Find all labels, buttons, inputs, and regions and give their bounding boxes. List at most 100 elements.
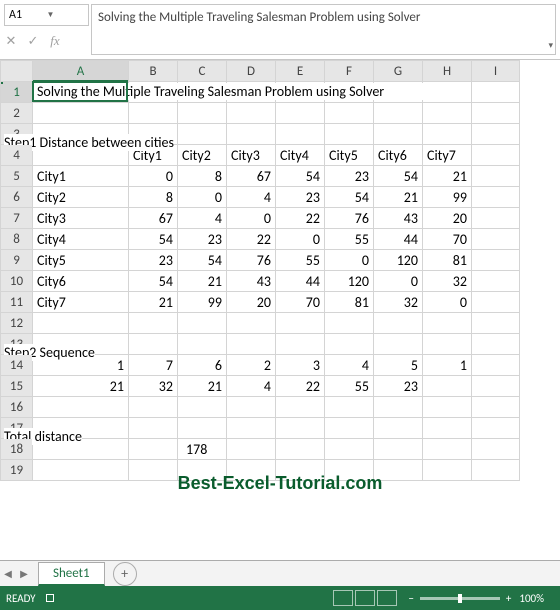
cell[interactable]: City2 (178, 145, 227, 166)
cell[interactable] (423, 124, 472, 145)
cell[interactable]: 76 (227, 250, 276, 271)
cell[interactable]: 44 (276, 271, 325, 292)
col-header-B[interactable]: B (129, 61, 178, 82)
cell[interactable]: 120 (325, 271, 374, 292)
view-page-break-icon[interactable] (377, 590, 397, 606)
row-header[interactable]: 16 (1, 397, 33, 418)
cell[interactable] (472, 229, 520, 250)
cell[interactable]: City6 (33, 271, 129, 292)
col-header-C[interactable]: C (178, 61, 227, 82)
cell[interactable] (276, 397, 325, 418)
cell[interactable]: City5 (33, 250, 129, 271)
cell[interactable]: City4 (276, 145, 325, 166)
cell[interactable]: City3 (33, 208, 129, 229)
col-header-F[interactable]: F (325, 61, 374, 82)
cell[interactable] (33, 103, 129, 124)
cell[interactable] (472, 250, 520, 271)
cell[interactable] (472, 208, 520, 229)
chevron-down-icon[interactable]: ▼ (47, 10, 85, 20)
enter-formula-icon[interactable]: ✓ (24, 32, 42, 50)
cell[interactable] (227, 334, 276, 355)
cell[interactable] (129, 460, 178, 481)
cell[interactable]: 1 (33, 355, 129, 376)
col-header-A[interactable]: A (33, 61, 129, 82)
cell[interactable]: 23 (129, 250, 178, 271)
row-header[interactable]: 3 (1, 124, 33, 145)
cell[interactable]: Step2 Sequence (33, 334, 129, 355)
formula-bar[interactable]: Solving the Multiple Traveling Salesman … (91, 4, 556, 55)
cell[interactable] (423, 313, 472, 334)
cell[interactable] (227, 313, 276, 334)
cell[interactable]: 54 (129, 271, 178, 292)
cell[interactable] (276, 124, 325, 145)
cell[interactable] (33, 418, 129, 439)
cell[interactable]: 21 (129, 292, 178, 313)
view-normal-icon[interactable] (333, 590, 353, 606)
cell[interactable] (423, 334, 472, 355)
cell[interactable] (472, 418, 520, 439)
col-header-D[interactable]: D (227, 61, 276, 82)
row-header[interactable]: 7 (1, 208, 33, 229)
cell[interactable] (178, 313, 227, 334)
tab-nav-prev-icon[interactable]: ◀ (0, 567, 16, 580)
cell[interactable]: 178 (178, 439, 227, 460)
cell[interactable]: 22 (227, 229, 276, 250)
spreadsheet-grid[interactable]: A B C D E F G H I 1 2 3 Step1 Distance b… (0, 60, 560, 550)
cell[interactable]: City2 (33, 187, 129, 208)
cell[interactable]: 32 (129, 376, 178, 397)
name-box[interactable]: A1 ▼ (4, 4, 89, 26)
cell[interactable]: 4 (178, 208, 227, 229)
row-header[interactable]: 11 (1, 292, 33, 313)
cell[interactable]: 23 (276, 187, 325, 208)
cell[interactable]: 8 (129, 187, 178, 208)
row-header[interactable]: 9 (1, 250, 33, 271)
cell[interactable] (178, 82, 227, 103)
cell[interactable]: City7 (423, 145, 472, 166)
cell[interactable]: 67 (129, 208, 178, 229)
cell[interactable] (227, 418, 276, 439)
cell[interactable] (472, 82, 520, 103)
macro-record-icon[interactable] (46, 594, 54, 602)
cell[interactable]: 67 (227, 166, 276, 187)
cell[interactable]: 0 (374, 271, 423, 292)
cell[interactable]: 55 (276, 250, 325, 271)
cell[interactable] (276, 460, 325, 481)
cell[interactable] (374, 103, 423, 124)
cell[interactable] (374, 124, 423, 145)
cell[interactable] (276, 82, 325, 103)
cell[interactable] (33, 460, 129, 481)
tab-nav-next-icon[interactable]: ▶ (16, 567, 32, 580)
cell[interactable] (276, 103, 325, 124)
cell[interactable]: 81 (325, 292, 374, 313)
cell[interactable] (374, 460, 423, 481)
add-sheet-button[interactable]: + (113, 562, 137, 586)
cell[interactable]: 6 (178, 355, 227, 376)
cell[interactable] (325, 313, 374, 334)
cell[interactable] (33, 439, 129, 460)
cell[interactable] (33, 397, 129, 418)
cell[interactable]: 70 (423, 229, 472, 250)
cell[interactable]: 22 (276, 208, 325, 229)
expand-formula-bar-icon[interactable]: ▾ (548, 40, 553, 52)
cell[interactable] (325, 82, 374, 103)
row-header[interactable]: 5 (1, 166, 33, 187)
cell[interactable] (374, 397, 423, 418)
cell[interactable]: 43 (374, 208, 423, 229)
cell[interactable]: 22 (276, 376, 325, 397)
cell[interactable]: 32 (374, 292, 423, 313)
cell[interactable] (472, 145, 520, 166)
cell[interactable] (33, 313, 129, 334)
cell[interactable]: 55 (325, 376, 374, 397)
cell[interactable]: Step1 Distance between cities (33, 124, 129, 145)
cell[interactable] (472, 103, 520, 124)
cell[interactable]: 32 (423, 271, 472, 292)
cell[interactable] (227, 103, 276, 124)
cell[interactable]: 44 (374, 229, 423, 250)
cell[interactable] (374, 334, 423, 355)
fx-icon[interactable]: fx (46, 32, 64, 50)
cell[interactable]: Total distance (129, 418, 178, 439)
cell[interactable]: 21 (178, 376, 227, 397)
cell[interactable] (178, 103, 227, 124)
cell[interactable] (423, 103, 472, 124)
row-header[interactable]: 6 (1, 187, 33, 208)
